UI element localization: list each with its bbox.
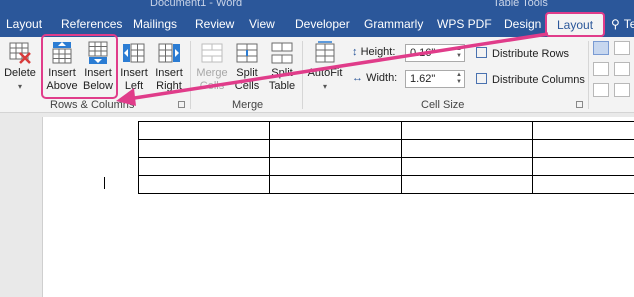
annotation-arrow xyxy=(0,0,634,292)
arrow-line xyxy=(128,34,548,99)
arrow-head-icon xyxy=(116,88,136,106)
